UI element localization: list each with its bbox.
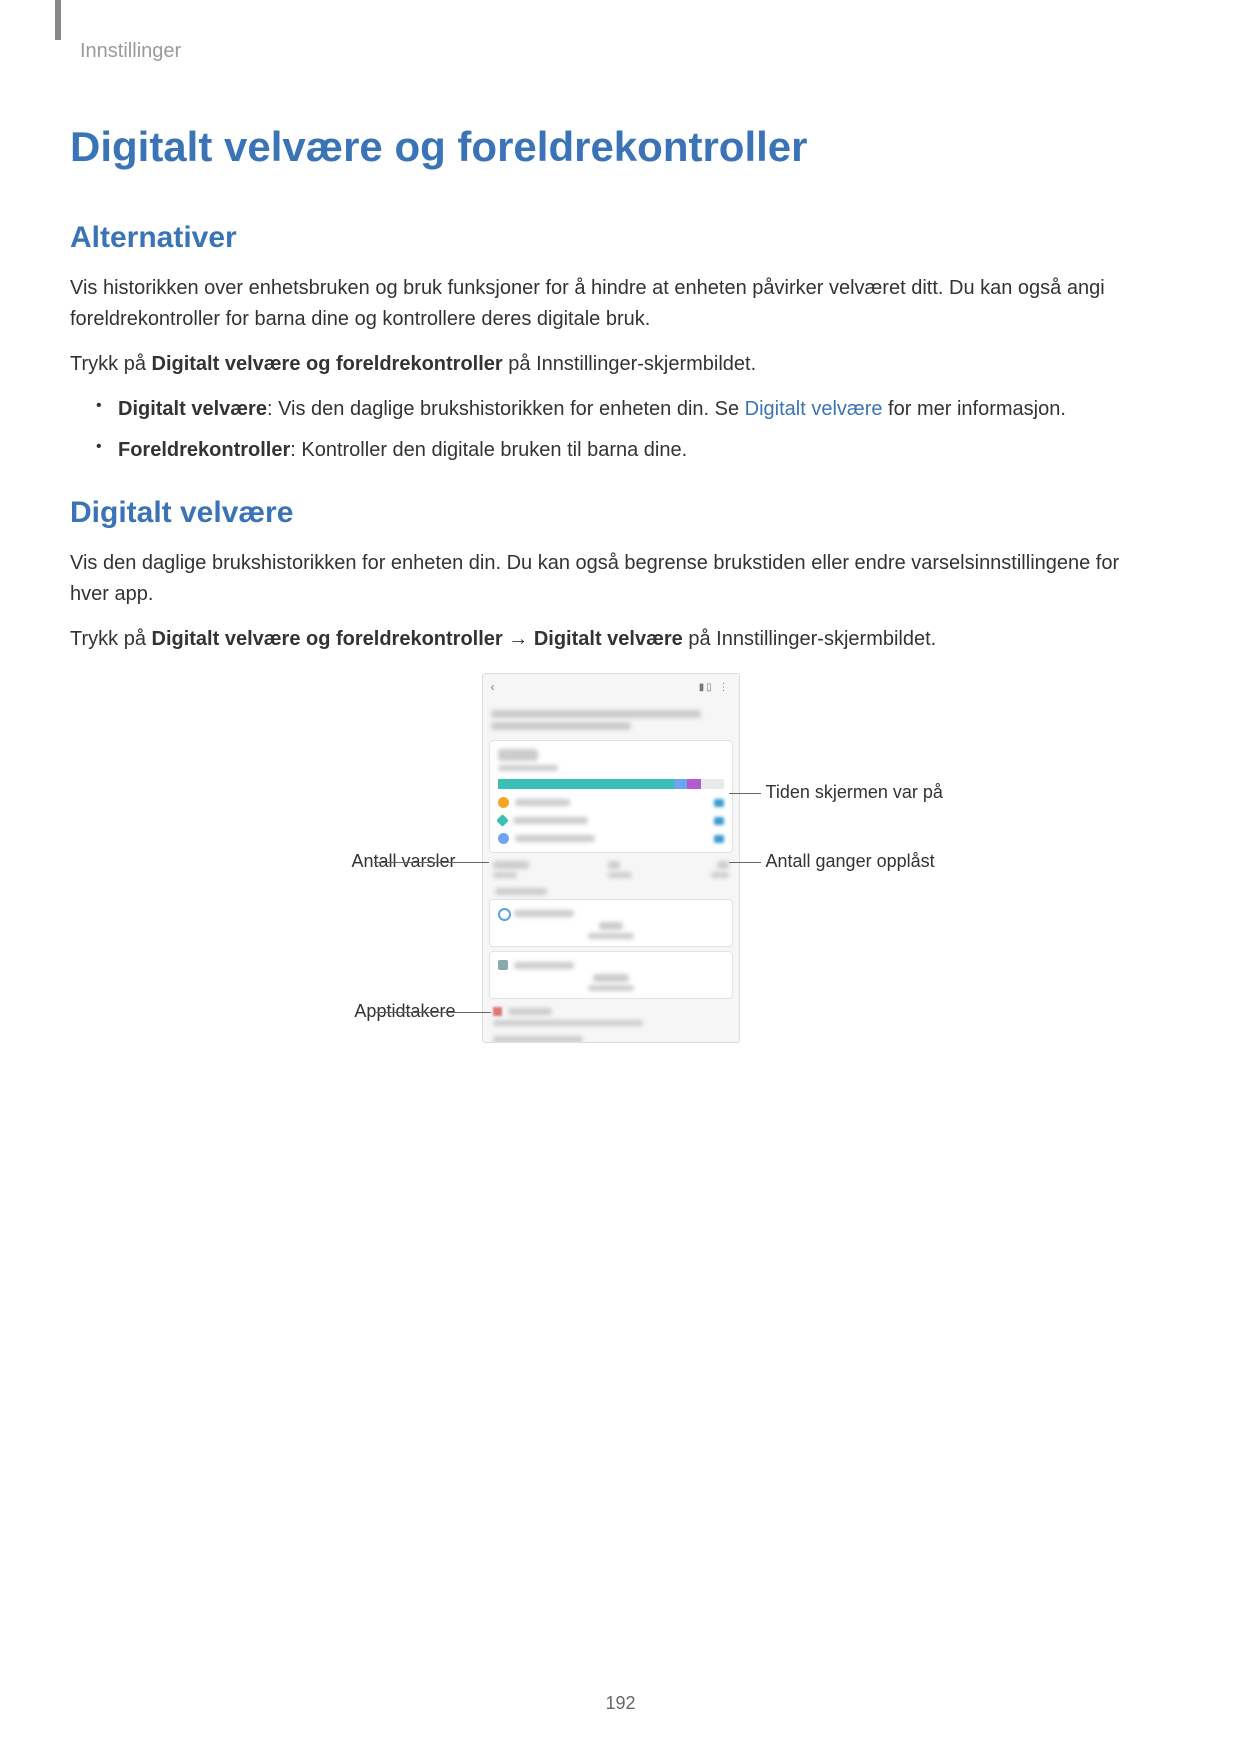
callout-unlock-count: Antall ganger opplåst	[766, 851, 935, 872]
app-row	[498, 833, 724, 844]
blur-subtext	[493, 1020, 643, 1026]
blur-number	[717, 861, 729, 869]
goal-card	[489, 899, 733, 947]
callout-screen-time: Tiden skjermen var på	[766, 782, 943, 803]
text-fragment: Trykk på	[70, 353, 152, 375]
bullet-bold: Digitalt velvære	[118, 398, 267, 420]
goal-card	[489, 951, 733, 999]
blur-goal-value	[599, 922, 623, 930]
app-icon	[496, 814, 509, 827]
goal-icon	[498, 960, 508, 970]
statusbar-icons: ▮▯ ⋮	[699, 682, 731, 693]
blur-app-name	[508, 1008, 552, 1015]
bar-segment	[674, 779, 688, 789]
bullet-bold: Foreldrekontroller	[118, 439, 290, 461]
blur-label	[608, 872, 632, 878]
blur-app-name	[515, 835, 595, 842]
text-bold: Digitalt velvære og foreldrekontroller	[152, 353, 503, 375]
mid-stats-row	[493, 861, 729, 878]
callout-line	[729, 793, 761, 794]
blur-goal-value	[593, 974, 629, 982]
bullet-text: : Kontroller den digitale bruken til bar…	[290, 439, 687, 461]
blur-number	[608, 861, 620, 869]
page-content: Innstillinger Digitalt velvære og foreld…	[0, 0, 1241, 1053]
blur-section-label	[493, 1036, 583, 1043]
blur-section-label	[495, 888, 547, 895]
text-fragment: Trykk på	[70, 628, 152, 650]
section-heading-alternativer: Alternativer	[70, 221, 1151, 255]
page-left-indicator	[55, 0, 61, 40]
usage-bar	[498, 779, 724, 789]
text-fragment: på Innstillinger-skjermbildet.	[683, 628, 936, 650]
text-bold: Digitalt velvære	[534, 628, 683, 650]
unlocks-col	[711, 861, 729, 878]
diagram-screenshot-area: ‹ ▮▯ ⋮	[256, 673, 986, 1053]
section2-paragraph1: Vis den daglige brukshistorikken for enh…	[70, 548, 1151, 610]
timer-icon	[493, 1007, 502, 1016]
blur-label	[498, 765, 558, 771]
phone-info-text	[491, 710, 731, 730]
blur-app-name	[513, 817, 588, 824]
blur-text-line	[491, 722, 631, 730]
goal-icon	[498, 908, 511, 921]
usage-card	[489, 740, 733, 853]
section1-paragraph1: Vis historikken over enhetsbruken og bru…	[70, 273, 1151, 335]
blur-number	[498, 749, 538, 761]
app-time	[714, 799, 724, 807]
callout-line	[374, 862, 489, 863]
app-row	[498, 797, 724, 808]
app-icon	[498, 797, 509, 808]
blur-goal-title	[514, 910, 574, 917]
phone-mockup: ‹ ▮▯ ⋮	[482, 673, 740, 1043]
phone-statusbar: ‹ ▮▯ ⋮	[483, 674, 739, 700]
page-title: Digitalt velvære og foreldrekontroller	[70, 123, 1151, 171]
blur-app-name	[515, 799, 570, 806]
app-icon	[498, 833, 509, 844]
section1-paragraph2: Trykk på Digitalt velvære og foreldrekon…	[70, 349, 1151, 380]
bullet-list: Digitalt velvære: Vis den daglige bruksh…	[90, 394, 1151, 466]
bullet-text: : Vis den daglige brukshistorikken for e…	[267, 398, 745, 420]
app-timer-row	[493, 1007, 739, 1016]
section-heading-digital-wellbeing: Digitalt velvære	[70, 496, 1151, 530]
text-fragment: på Innstillinger-skjermbildet.	[503, 353, 756, 375]
bar-segment	[687, 779, 701, 789]
blur-text-line	[491, 710, 701, 718]
notifications-col	[493, 861, 529, 878]
breadcrumb: Innstillinger	[80, 40, 1151, 63]
app-row	[498, 816, 724, 825]
blur-goal-sub	[588, 933, 634, 939]
blur-goal-title	[514, 962, 574, 969]
page-number: 192	[0, 1693, 1241, 1714]
app-time	[714, 817, 724, 825]
arrow: →	[503, 628, 534, 650]
bullet-text: for mer informasjon.	[883, 398, 1066, 420]
mid-col	[608, 861, 632, 878]
section2-paragraph2: Trykk på Digitalt velvære og foreldrekon…	[70, 624, 1151, 655]
bullet-item-parental-controls: Foreldrekontroller: Kontroller den digit…	[90, 435, 1151, 466]
text-bold: Digitalt velvære og foreldrekontroller	[152, 628, 503, 650]
app-time	[714, 835, 724, 843]
link-digital-wellbeing[interactable]: Digitalt velvære	[745, 398, 883, 420]
callout-line	[729, 862, 761, 863]
blur-goal-sub	[588, 985, 634, 991]
bullet-item-digital-wellbeing: Digitalt velvære: Vis den daglige bruksh…	[90, 394, 1151, 425]
back-icon: ‹	[491, 680, 495, 694]
callout-line	[376, 1012, 491, 1013]
blur-number	[493, 861, 529, 869]
blur-label	[711, 872, 729, 878]
bar-segment	[498, 779, 674, 789]
blur-label	[493, 872, 517, 878]
